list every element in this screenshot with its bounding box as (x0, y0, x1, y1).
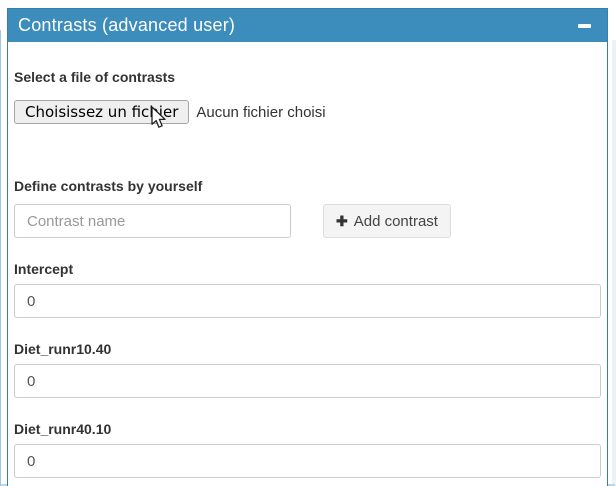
define-section-label: Define contrasts by yourself (14, 177, 601, 196)
adjacent-panel-edge-right (612, 40, 616, 486)
panel-title: Contrasts (advanced user) (18, 15, 235, 36)
file-input-row: Choisissez un fichier Aucun fichier choi… (14, 100, 601, 124)
minus-icon (578, 24, 591, 28)
file-section-label: Select a file of contrasts (14, 68, 601, 87)
file-status-text: Aucun fichier choisi (196, 104, 325, 121)
add-contrast-button[interactable]: ✚ Add contrast (323, 204, 451, 238)
add-contrast-label: Add contrast (354, 213, 438, 230)
page: Contrasts (advanced user) Select a file … (0, 0, 616, 486)
define-contrast-row: ✚ Add contrast (14, 204, 601, 238)
field-input-intercept[interactable] (14, 284, 601, 318)
adjacent-panel-edge-left (0, 30, 1, 486)
field-label-diet-runr10-40: Diet_runr10.40 (14, 340, 601, 359)
panel-header: Contrasts (advanced user) (8, 9, 607, 42)
panel-body: Select a file of contrasts Choisissez un… (8, 68, 607, 478)
field-input-diet-runr40-10[interactable] (14, 444, 601, 478)
choose-file-button[interactable]: Choisissez un fichier (14, 100, 189, 124)
field-label-diet-runr40-10: Diet_runr40.10 (14, 420, 601, 439)
field-input-diet-runr10-40[interactable] (14, 364, 601, 398)
field-label-intercept: Intercept (14, 260, 601, 279)
contrasts-panel: Contrasts (advanced user) Select a file … (7, 8, 608, 486)
plus-icon: ✚ (336, 214, 348, 228)
collapse-button[interactable] (571, 13, 597, 39)
contrast-name-input[interactable] (14, 204, 291, 238)
